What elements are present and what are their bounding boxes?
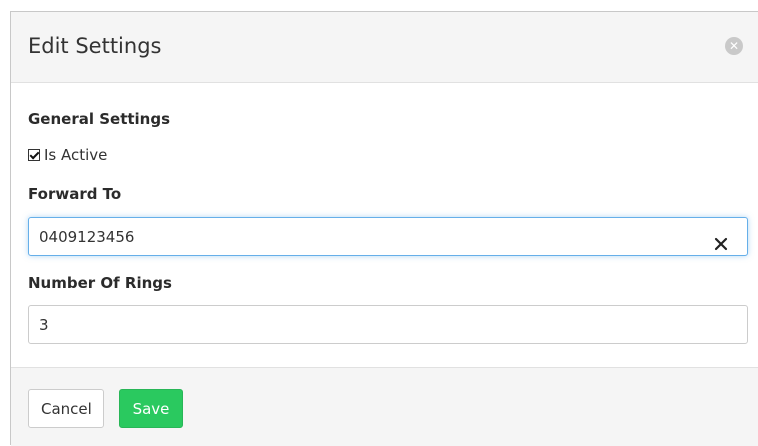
cancel-button[interactable]: Cancel [28, 389, 104, 428]
close-icon[interactable]: ✕ [725, 37, 743, 55]
is-active-checkbox[interactable] [28, 149, 40, 161]
modal-title: Edit Settings [28, 34, 162, 58]
number-of-rings-label: Number Of Rings [28, 274, 172, 292]
edit-settings-modal: Edit Settings ✕ General Settings Is Acti… [10, 11, 758, 446]
forward-to-input[interactable] [28, 217, 748, 256]
forward-to-label: Forward To [28, 185, 122, 203]
modal-header: Edit Settings ✕ [11, 12, 758, 83]
number-of-rings-input[interactable] [28, 305, 748, 344]
clear-x-icon[interactable] [711, 234, 731, 254]
save-button[interactable]: Save [119, 389, 183, 428]
is-active-checkbox-row[interactable]: Is Active [28, 146, 107, 164]
is-active-label: Is Active [44, 146, 108, 164]
general-settings-heading: General Settings [28, 110, 171, 128]
